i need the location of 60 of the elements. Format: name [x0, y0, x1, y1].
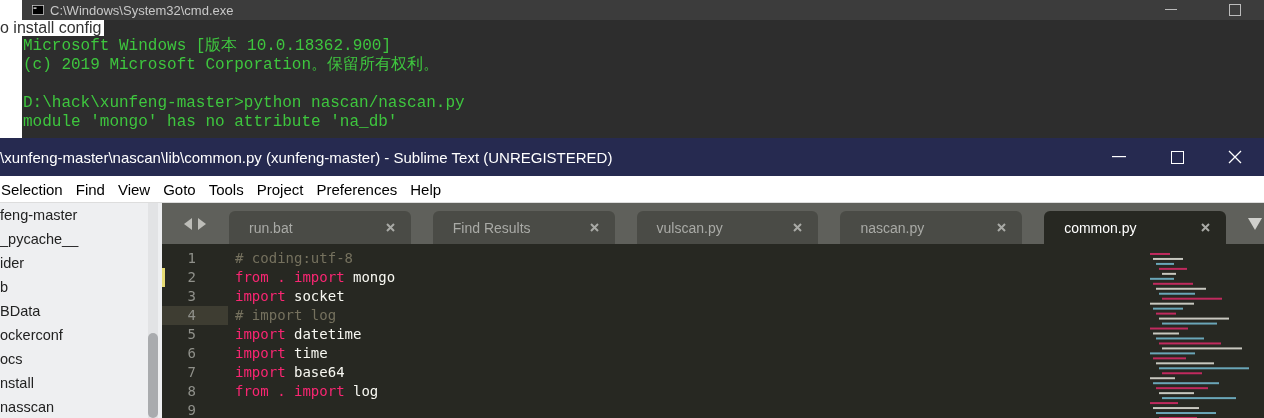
maximize-icon [1229, 4, 1241, 16]
line-number: 2 [162, 268, 228, 287]
menu-item[interactable]: Find [74, 176, 112, 202]
console-line: (c) 2019 Microsoft Corporation。保留所有权利。 [23, 56, 441, 75]
minimize-icon [1112, 156, 1126, 158]
line-number: 9 [186, 401, 197, 418]
sidebar-item[interactable]: ockerconf [0, 323, 148, 347]
console-line: module 'mongo' has no attribute 'na_db' [23, 113, 399, 132]
code-line: from . import log [234, 382, 379, 401]
console-line: Microsoft Windows [版本 10.0.18362.900] [23, 37, 393, 56]
code-line: # coding:utf-8 [234, 249, 353, 268]
menu-item[interactable]: Goto [162, 176, 203, 202]
maximize-icon [1170, 150, 1184, 164]
close-icon [1200, 223, 1210, 232]
console-line: D:\hack\xunfeng-master>python nascan/nascan.py [23, 94, 466, 113]
sidebar-item[interactable]: _pycache__ [0, 227, 148, 251]
code-line: import datetime [234, 325, 362, 344]
sidebar-item[interactable]: nstall [0, 371, 148, 395]
page-text: o install config [0, 20, 105, 36]
line-number: 5 [186, 325, 197, 344]
code-line: from . import mongo [234, 268, 396, 287]
sidebar-item[interactable]: feng-master [0, 203, 148, 227]
right-arrow-icon [198, 217, 207, 230]
menu-item[interactable]: Preferences [315, 176, 405, 202]
tab[interactable]: Find Results [432, 211, 615, 244]
tab[interactable]: run.bat [229, 211, 411, 244]
line-number: 1 [186, 249, 197, 268]
line-number: 7 [186, 363, 197, 382]
tab[interactable]: vulscan.py [636, 211, 819, 244]
close-icon [385, 223, 395, 232]
close-icon [1228, 150, 1242, 164]
line-number: 6 [186, 344, 197, 363]
tab[interactable]: nascan.py [840, 211, 1023, 244]
close-icon [793, 223, 803, 232]
menu-item[interactable]: Help [409, 176, 449, 202]
menu-item[interactable]: Selection [0, 176, 70, 202]
code-line: # import log [234, 306, 337, 325]
sidebar-item[interactable]: BData [0, 299, 148, 323]
sidebar-item[interactable]: ocs [0, 347, 148, 371]
menu-item[interactable]: Project [255, 176, 311, 202]
dropdown-icon [1247, 217, 1262, 230]
menu-item[interactable]: View [116, 176, 158, 202]
sidebar-item[interactable]: b [0, 275, 148, 299]
code-line: import time [234, 344, 328, 363]
window-title: C:\Windows\System32\cmd.exe [50, 2, 235, 18]
line-number: 4 [162, 306, 228, 325]
console-icon [32, 5, 44, 15]
sidebar-item[interactable]: ider [0, 251, 148, 275]
code-line: import base64 [234, 363, 345, 382]
line-number: 3 [186, 287, 197, 306]
menu-item[interactable]: Tools [207, 176, 251, 202]
sidebar-item[interactable]: nasscan [0, 395, 148, 418]
close-icon [997, 223, 1007, 232]
tab[interactable]: common.py [1044, 211, 1226, 244]
left-arrow-icon [184, 217, 193, 230]
code-line: import socket [234, 287, 345, 306]
line-number: 8 [186, 382, 197, 401]
close-icon [589, 223, 599, 232]
window-title: \xunfeng-master\nascan\lib\common.py (xunfeng-master) - Sublime Text (UNREGISTERED) [0, 148, 614, 166]
minimize-icon [1165, 9, 1177, 11]
